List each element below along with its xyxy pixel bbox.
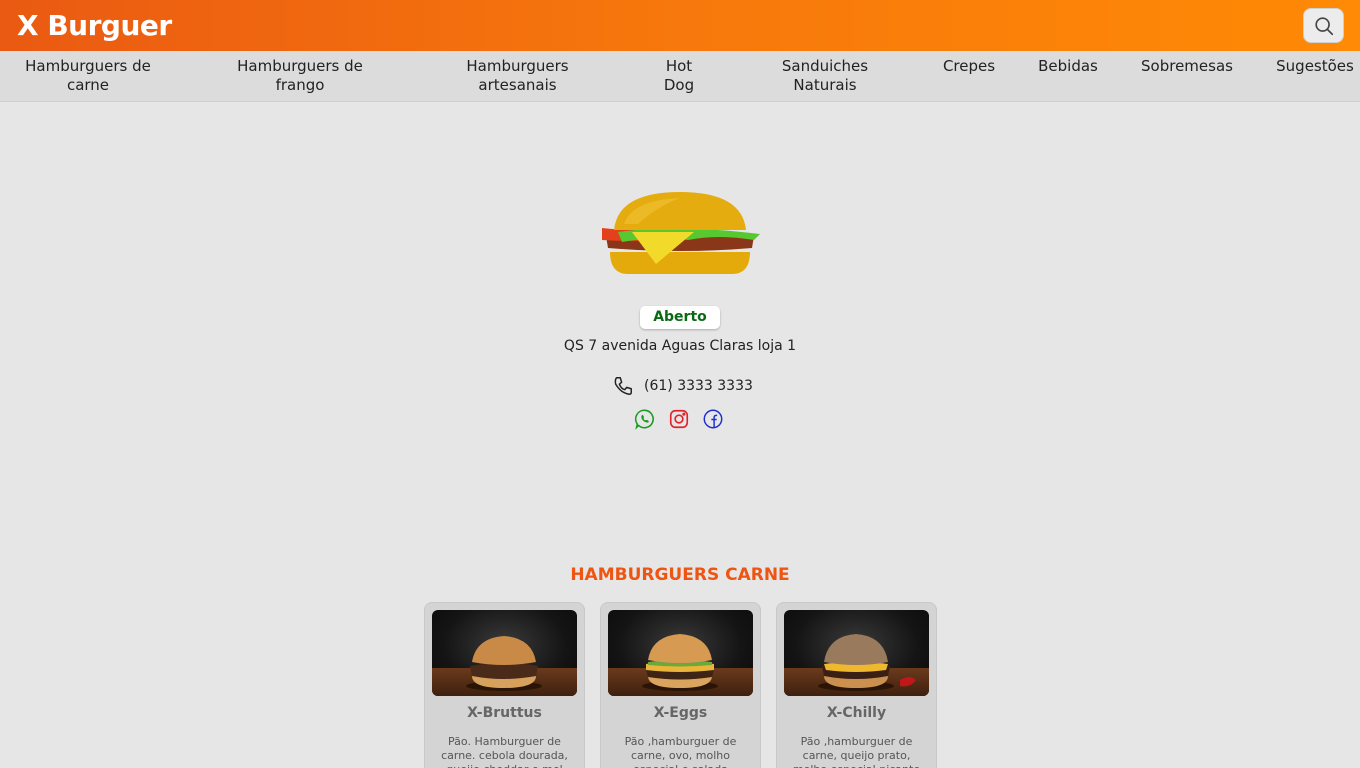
- burger-photo: [784, 610, 929, 696]
- menu-card-x-chilly[interactable]: X-Chilly Pão ,hamburguer de carne, queij…: [776, 602, 937, 768]
- brand-title[interactable]: X Burguer: [17, 9, 172, 42]
- item-description: Pão ,hamburguer de carne, queijo prato, …: [793, 735, 920, 768]
- burger-photo: [608, 610, 753, 696]
- menu-card-x-bruttus[interactable]: X-Bruttus Pão. Hamburguer de carne. cebo…: [424, 602, 585, 768]
- section-title: HAMBURGUERS CARNE: [570, 565, 790, 585]
- category-hamburguers-carne[interactable]: Hamburguers de carne: [20, 57, 156, 95]
- category-crepes[interactable]: Crepes: [940, 57, 998, 76]
- phone-row[interactable]: (61) 3333 3333: [612, 374, 753, 398]
- instagram-icon[interactable]: [668, 408, 690, 430]
- social-links: [634, 408, 724, 430]
- search-icon: [1314, 16, 1333, 35]
- status-badge: Aberto: [640, 306, 720, 329]
- burger-logo: [598, 188, 762, 278]
- category-hamburguers-artesanais[interactable]: Hamburguers artesanais: [455, 57, 580, 95]
- item-name: X-Eggs: [653, 705, 708, 721]
- item-name: X-Chilly: [826, 705, 887, 721]
- category-hamburguers-frango[interactable]: Hamburguers de frango: [232, 57, 368, 95]
- phone-number: (61) 3333 3333: [644, 378, 753, 394]
- category-sanduiches-naturais[interactable]: Sanduiches Naturais: [775, 57, 875, 95]
- category-sobremesas[interactable]: Sobremesas: [1138, 57, 1236, 76]
- whatsapp-icon[interactable]: [634, 408, 656, 430]
- address-text: QS 7 avenida Aguas Claras loja 1: [563, 338, 797, 354]
- category-bebidas[interactable]: Bebidas: [1036, 57, 1100, 76]
- item-name: X-Bruttus: [467, 705, 542, 721]
- burger-photo: [432, 610, 577, 696]
- search-button[interactable]: [1303, 8, 1344, 43]
- category-nav: Hamburguers de carne Hamburguers de fran…: [0, 51, 1360, 102]
- menu-card-x-eggs[interactable]: X-Eggs Pão ,hamburguer de carne, ovo, mo…: [600, 602, 761, 768]
- item-description: Pão ,hamburguer de carne, ovo, molho esp…: [624, 735, 737, 768]
- category-sugestoes[interactable]: Sugestões: [1273, 57, 1357, 76]
- facebook-icon[interactable]: [702, 408, 724, 430]
- phone-icon: [614, 377, 632, 395]
- category-hot-dog[interactable]: Hot Dog: [658, 57, 700, 95]
- item-description: Pão. Hamburguer de carne. cebola dourada…: [441, 735, 568, 768]
- top-bar: X Burguer: [0, 0, 1360, 51]
